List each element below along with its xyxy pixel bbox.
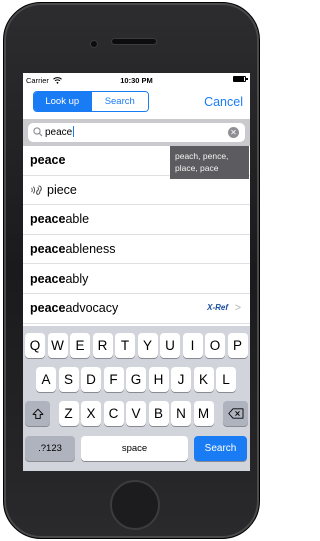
key-t[interactable]: T: [115, 333, 135, 358]
key-n[interactable]: N: [171, 401, 191, 426]
spelling-suggestions-tooltip[interactable]: peach, pence, place, pace: [170, 146, 249, 179]
key-z[interactable]: Z: [58, 401, 79, 426]
key-s[interactable]: S: [58, 367, 79, 392]
key-b[interactable]: B: [148, 401, 169, 426]
phone-frame: Carrier 10:30 PM Look up Search Cancel p…: [3, 2, 260, 539]
key-i[interactable]: I: [182, 333, 203, 358]
search-key[interactable]: Search: [194, 436, 247, 461]
text-caret: [73, 126, 75, 137]
key-e[interactable]: E: [70, 333, 90, 358]
result-row-peaceable[interactable]: peace able: [23, 205, 250, 235]
result-row-peace-advocacy[interactable]: peace advocacy X-Ref >: [23, 294, 250, 324]
segment-search[interactable]: Search: [90, 92, 148, 111]
key-j[interactable]: J: [171, 367, 191, 392]
result-rest: able: [65, 212, 90, 227]
search-value-wrap: peace: [45, 126, 75, 138]
key-g[interactable]: G: [126, 367, 146, 392]
key-f[interactable]: F: [103, 367, 124, 392]
key-c[interactable]: C: [103, 401, 124, 426]
clear-search-icon[interactable]: ✕: [228, 127, 239, 138]
status-time: 10:30 PM: [120, 76, 153, 85]
result-rest: piece: [47, 182, 77, 197]
cancel-button[interactable]: Cancel: [204, 95, 243, 109]
result-bold: peace: [30, 271, 66, 286]
search-icon: [33, 127, 43, 137]
screen: Carrier 10:30 PM Look up Search Cancel p…: [23, 73, 250, 471]
shift-key[interactable]: [25, 401, 50, 426]
key-u[interactable]: U: [160, 333, 180, 358]
result-bold: peace: [30, 301, 66, 316]
result-bold: peace: [30, 153, 66, 168]
result-bold: peace: [30, 212, 66, 227]
key-x[interactable]: X: [81, 401, 101, 426]
key-o[interactable]: O: [205, 333, 225, 358]
key-w[interactable]: W: [47, 333, 68, 358]
nav-bar: Look up Search Cancel: [23, 87, 250, 117]
search-bar: peace ✕: [23, 119, 250, 146]
numbers-key[interactable]: .?123: [25, 436, 75, 461]
result-row-peaceableness[interactable]: peace ableness: [23, 235, 250, 265]
key-m[interactable]: M: [193, 401, 214, 426]
speaker-grille: [112, 39, 156, 44]
key-a[interactable]: A: [36, 367, 56, 392]
shift-icon: [32, 408, 43, 419]
xref-badge: X-Ref: [207, 302, 228, 312]
segment-look-up[interactable]: Look up: [34, 92, 91, 111]
keyboard: Q W E R T Y U I O P A S D F G H J K L Z …: [23, 326, 250, 471]
camera-icon: [91, 41, 97, 47]
key-r[interactable]: R: [92, 333, 113, 358]
status-bar: Carrier 10:30 PM: [23, 73, 250, 87]
backspace-key[interactable]: [223, 401, 248, 426]
home-button[interactable]: [110, 480, 160, 530]
search-value: peace: [45, 127, 73, 138]
suggestions-line-2: place, pace: [175, 163, 219, 173]
result-row-peaceably[interactable]: peace ably: [23, 264, 250, 294]
backspace-icon: [227, 408, 243, 419]
suggestions-line-1: peach, pence,: [175, 151, 229, 161]
battery-icon: [233, 76, 248, 82]
chevron-right-icon: >: [234, 301, 241, 314]
result-rest: ableness: [65, 242, 116, 257]
key-d[interactable]: D: [81, 367, 101, 392]
key-h[interactable]: H: [148, 367, 169, 392]
result-rest: advocacy: [65, 301, 119, 316]
key-p[interactable]: P: [227, 333, 248, 358]
key-y[interactable]: Y: [137, 333, 158, 358]
result-rest: ably: [65, 271, 89, 286]
key-q[interactable]: Q: [25, 333, 45, 358]
space-key[interactable]: space: [81, 436, 188, 461]
result-row-piece[interactable]: piece: [23, 176, 250, 206]
result-bold: peace: [30, 242, 66, 257]
mode-segmented-control: Look up Search: [33, 91, 149, 112]
search-input[interactable]: peace ✕: [28, 123, 245, 142]
key-v[interactable]: V: [126, 401, 146, 426]
key-k[interactable]: K: [193, 367, 214, 392]
audio-pronunciation-icon[interactable]: [30, 184, 43, 196]
key-l[interactable]: L: [216, 367, 236, 392]
